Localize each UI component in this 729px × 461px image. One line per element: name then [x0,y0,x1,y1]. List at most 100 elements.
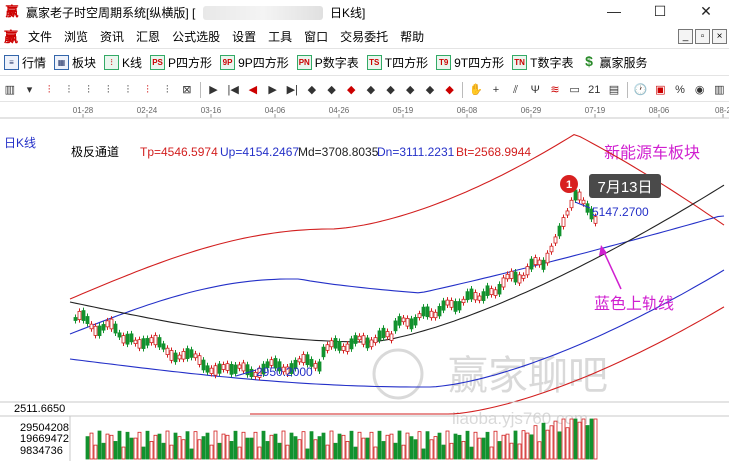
volume-bar-up [209,444,214,460]
drawing-tool-icon[interactable]: ⫶ [61,82,77,98]
volume-bar-down [497,441,502,460]
volume-bar-down [101,442,106,460]
drawing-tool-icon[interactable]: ◆ [422,82,438,98]
drawing-tool-icon[interactable]: ▥ [711,82,727,98]
down-candle [409,318,414,330]
indicator-dn: Dn=3111.2231 [377,145,455,159]
drawing-tool-icon[interactable]: ◆ [304,82,320,98]
volume-bar-up [357,431,362,460]
drawing-tool-icon[interactable]: ▭ [567,82,583,98]
close-button[interactable]: ✕ [683,0,729,24]
toolbar-9p-square-button[interactable]: 9P 9P四方形 [216,52,293,74]
drawing-tool-icon[interactable]: ≋ [547,82,563,98]
toolbar-p-square-button[interactable]: PS P四方形 [146,52,216,74]
drawing-tool-icon[interactable]: 21 [586,82,602,98]
volume-bar-up [109,434,114,460]
drawing-tool-icon[interactable]: ◆ [402,82,418,98]
menu-browse[interactable]: 浏览 [58,25,94,49]
volume-bar-down [589,418,594,460]
drawing-tool-icon[interactable]: ⊠ [179,82,195,98]
mdi-minimize-button[interactable]: _ [678,29,693,44]
date-tick-label: 01-28 [73,106,94,115]
drawing-tool-icon[interactable]: ✋ [468,82,484,98]
drawing-tool-icon[interactable]: ⫶ [159,82,175,98]
drawing-tool-icon[interactable]: 🕐 [633,82,649,98]
toolbar-t-number-button[interactable]: TN T数字表 [508,52,577,74]
toolbar-9t-square-button[interactable]: T9 9T四方形 [432,52,508,74]
drawing-tool-icon[interactable]: ▶ [206,82,222,98]
drawing-tool-icon[interactable]: ◉ [692,82,708,98]
up-candle [213,365,218,376]
mdi-restore-button[interactable]: ▫ [695,29,710,44]
toolbar-kline-button[interactable]: ⫶ K线 [100,52,146,74]
up-candle [329,340,334,348]
dollar-icon: $ [585,53,593,69]
down-candle [73,317,78,321]
kline-chart-area[interactable]: 01-28 02-24 03-16 04-06 04-26 05-19 06-08 06-29… [0,104,729,461]
up-candle [493,289,498,296]
minimize-button[interactable]: — [591,0,637,24]
drawing-tool-icon[interactable]: ▥ [2,82,18,98]
drawing-tool-icon[interactable]: ⫶ [120,82,136,98]
drawing-tool-icon[interactable]: ◆ [343,82,359,98]
drawing-tool-icon[interactable]: ▣ [652,82,668,98]
menu-logo-icon[interactable]: 赢 [4,27,22,47]
drawing-tool-icon[interactable]: ◆ [363,82,379,98]
menu-help[interactable]: 帮助 [394,25,430,49]
down-candle [425,306,430,318]
menu-file[interactable]: 文件 [22,25,58,49]
volume-bar-down [573,418,578,460]
window-title-suffix: 日K线] [330,5,366,20]
menu-huien[interactable]: 汇恩 [130,25,166,49]
volume-bar-down [117,430,122,460]
drawing-tool-icon[interactable]: ⫶ [81,82,97,98]
date-tick-label: 04-26 [329,106,350,115]
drawing-tool-icon[interactable]: ▶| [284,82,300,98]
toolbar-quotes-button[interactable]: ≡ 行情 [0,52,50,74]
menu-formula-screen[interactable]: 公式选股 [166,25,226,49]
volume-bar-up [169,444,174,460]
down-candle [413,317,418,326]
menu-window[interactable]: 窗口 [298,25,334,49]
drawing-tool-icon[interactable]: ▾ [22,82,38,98]
up-candle [473,292,478,301]
drawing-tool-icon[interactable]: ⫶ [140,82,156,98]
toolbar-service-button[interactable]: $ 赢家服务 [577,52,651,74]
period-label[interactable]: 日K线 [4,136,36,150]
drawing-tool-icon[interactable]: + [488,82,504,98]
maximize-button[interactable]: ☐ [637,0,683,24]
up-candle [537,259,542,266]
menu-settings[interactable]: 设置 [226,25,262,49]
volume-bar-up [105,433,110,460]
drawing-tool-icon[interactable]: ▶ [265,82,281,98]
up-candle [577,191,582,201]
drawing-tool-icon[interactable]: ◆ [442,82,458,98]
down-candle [173,352,178,363]
drawing-tool-icon[interactable]: ⫽ [508,82,524,98]
kline-chart[interactable]: 01-28 02-24 03-16 04-06 04-26 05-19 06-08 06-29… [0,104,729,461]
menu-tools[interactable]: 工具 [262,25,298,49]
up-candle [445,299,450,306]
drawing-tool-icon[interactable]: ◀ [245,82,261,98]
mdi-close-button[interactable]: × [712,29,727,44]
menu-news[interactable]: 资讯 [94,25,130,49]
up-candle [521,274,526,279]
drawing-tool-icon[interactable]: % [672,82,688,98]
drawing-tool-icon[interactable]: ⫶ [100,82,116,98]
toolbar-p-number-button[interactable]: PN P数字表 [293,52,363,74]
drawing-tool-icon[interactable]: ▤ [606,82,622,98]
volume-bar-up [569,418,574,460]
toolbar-t-square-button[interactable]: TS T四方形 [363,52,432,74]
up-candle [105,320,110,328]
menu-trade[interactable]: 交易委托 [334,25,394,49]
down-candle [233,364,238,374]
drawing-tool-icon[interactable]: ◆ [324,82,340,98]
drawing-tool-icon[interactable]: |◀ [225,82,241,98]
down-candle [349,338,354,350]
drawing-tool-icon[interactable]: ◆ [383,82,399,98]
drawing-tool-icon[interactable]: Ψ [527,82,543,98]
drawing-tool-icon[interactable]: ⫶ [41,82,57,98]
toolbar-sector-button[interactable]: ▦ 板块 [50,52,100,74]
up-candle [193,353,198,359]
up-candle [489,288,494,295]
